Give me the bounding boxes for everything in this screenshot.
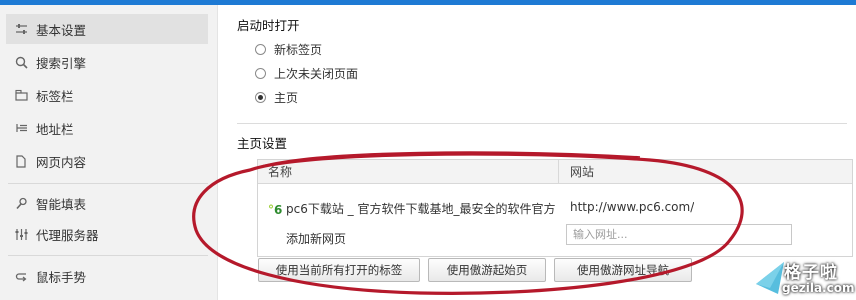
radio-label: 主页 (274, 91, 299, 105)
sidebar-item-label: 基本设置 (36, 22, 87, 38)
sidebar-item-label: 智能填表 (36, 196, 87, 212)
sidebar-item-smart-fill[interactable]: 智能填表 (6, 188, 208, 218)
section-divider (237, 123, 847, 124)
sidebar-item-label: 网页内容 (36, 154, 87, 170)
table-header: 名称 网站 (258, 160, 852, 184)
mouse-gesture-icon (14, 269, 28, 283)
table-row-url[interactable]: http://www.pc6.com/ (570, 200, 694, 214)
sidebar-item-label: 标签栏 (36, 88, 74, 104)
proxy-icon (14, 227, 28, 241)
startup-option-restore-session[interactable]: 上次未关闭页面 (255, 65, 358, 82)
watermark-title: 格子啦 (784, 263, 838, 283)
search-icon (14, 55, 28, 69)
sidebar-item-page-content[interactable]: 网页内容 (6, 146, 208, 176)
use-start-page-button[interactable]: 使用傲游起始页 (428, 258, 546, 282)
startup-section-title: 启动时打开 (237, 18, 300, 33)
sliders-icon (14, 22, 28, 36)
column-header-name: 名称 (268, 165, 293, 179)
sidebar-item-address-bar[interactable]: 地址栏 (6, 113, 208, 143)
radio-button[interactable] (255, 44, 266, 55)
column-header-site: 网站 (570, 165, 595, 179)
sidebar-item-basic-settings[interactable]: 基本设置 (6, 14, 208, 44)
sidebar-item-mouse-gesture[interactable]: 鼠标手势 (6, 261, 208, 291)
sidebar-item-proxy[interactable]: 代理服务器 (6, 219, 208, 249)
sidebar-divider (8, 183, 208, 184)
use-open-tabs-button[interactable]: 使用当前所有打开的标签 (258, 258, 420, 282)
settings-sidebar: 基本设置 搜索引擎 标签栏 地址栏 网页内容 智能填表 代理服务器 鼠标手势 (0, 5, 218, 300)
sidebar-item-search-engine[interactable]: 搜索引擎 (6, 47, 208, 77)
radio-button-checked[interactable] (255, 92, 266, 103)
column-divider (558, 160, 559, 184)
site-favicon: °6 (268, 203, 283, 217)
address-bar-icon (14, 121, 28, 135)
sidebar-item-label: 代理服务器 (36, 227, 99, 243)
watermark: 格子啦 gezila.com (754, 256, 856, 300)
radio-label: 上次未关闭页面 (274, 67, 359, 81)
sidebar-item-tabs[interactable]: 标签栏 (6, 80, 208, 110)
use-nav-button[interactable]: 使用傲游网址导航 (554, 258, 692, 282)
tabs-icon (14, 88, 28, 102)
startup-option-new-tab[interactable]: 新标签页 (255, 41, 322, 58)
startup-option-homepage[interactable]: 主页 (255, 89, 298, 106)
page-icon (14, 154, 28, 168)
radio-button[interactable] (255, 68, 266, 79)
radio-label: 新标签页 (274, 43, 323, 57)
table-row-name[interactable]: pc6下载站 _ 官方软件下载基地_最安全的软件官方下载 (286, 200, 556, 217)
sidebar-item-label: 搜索引擎 (36, 55, 87, 71)
pen-icon (14, 196, 28, 210)
add-new-page-label[interactable]: 添加新网页 (286, 230, 346, 247)
watermark-domain: gezila.com (782, 281, 855, 295)
homepage-section-title: 主页设置 (237, 136, 288, 151)
sidebar-divider (8, 255, 208, 256)
sidebar-item-label: 鼠标手势 (36, 269, 87, 285)
sidebar-item-label: 地址栏 (36, 121, 74, 137)
url-input[interactable]: 输入网址... (566, 224, 792, 245)
